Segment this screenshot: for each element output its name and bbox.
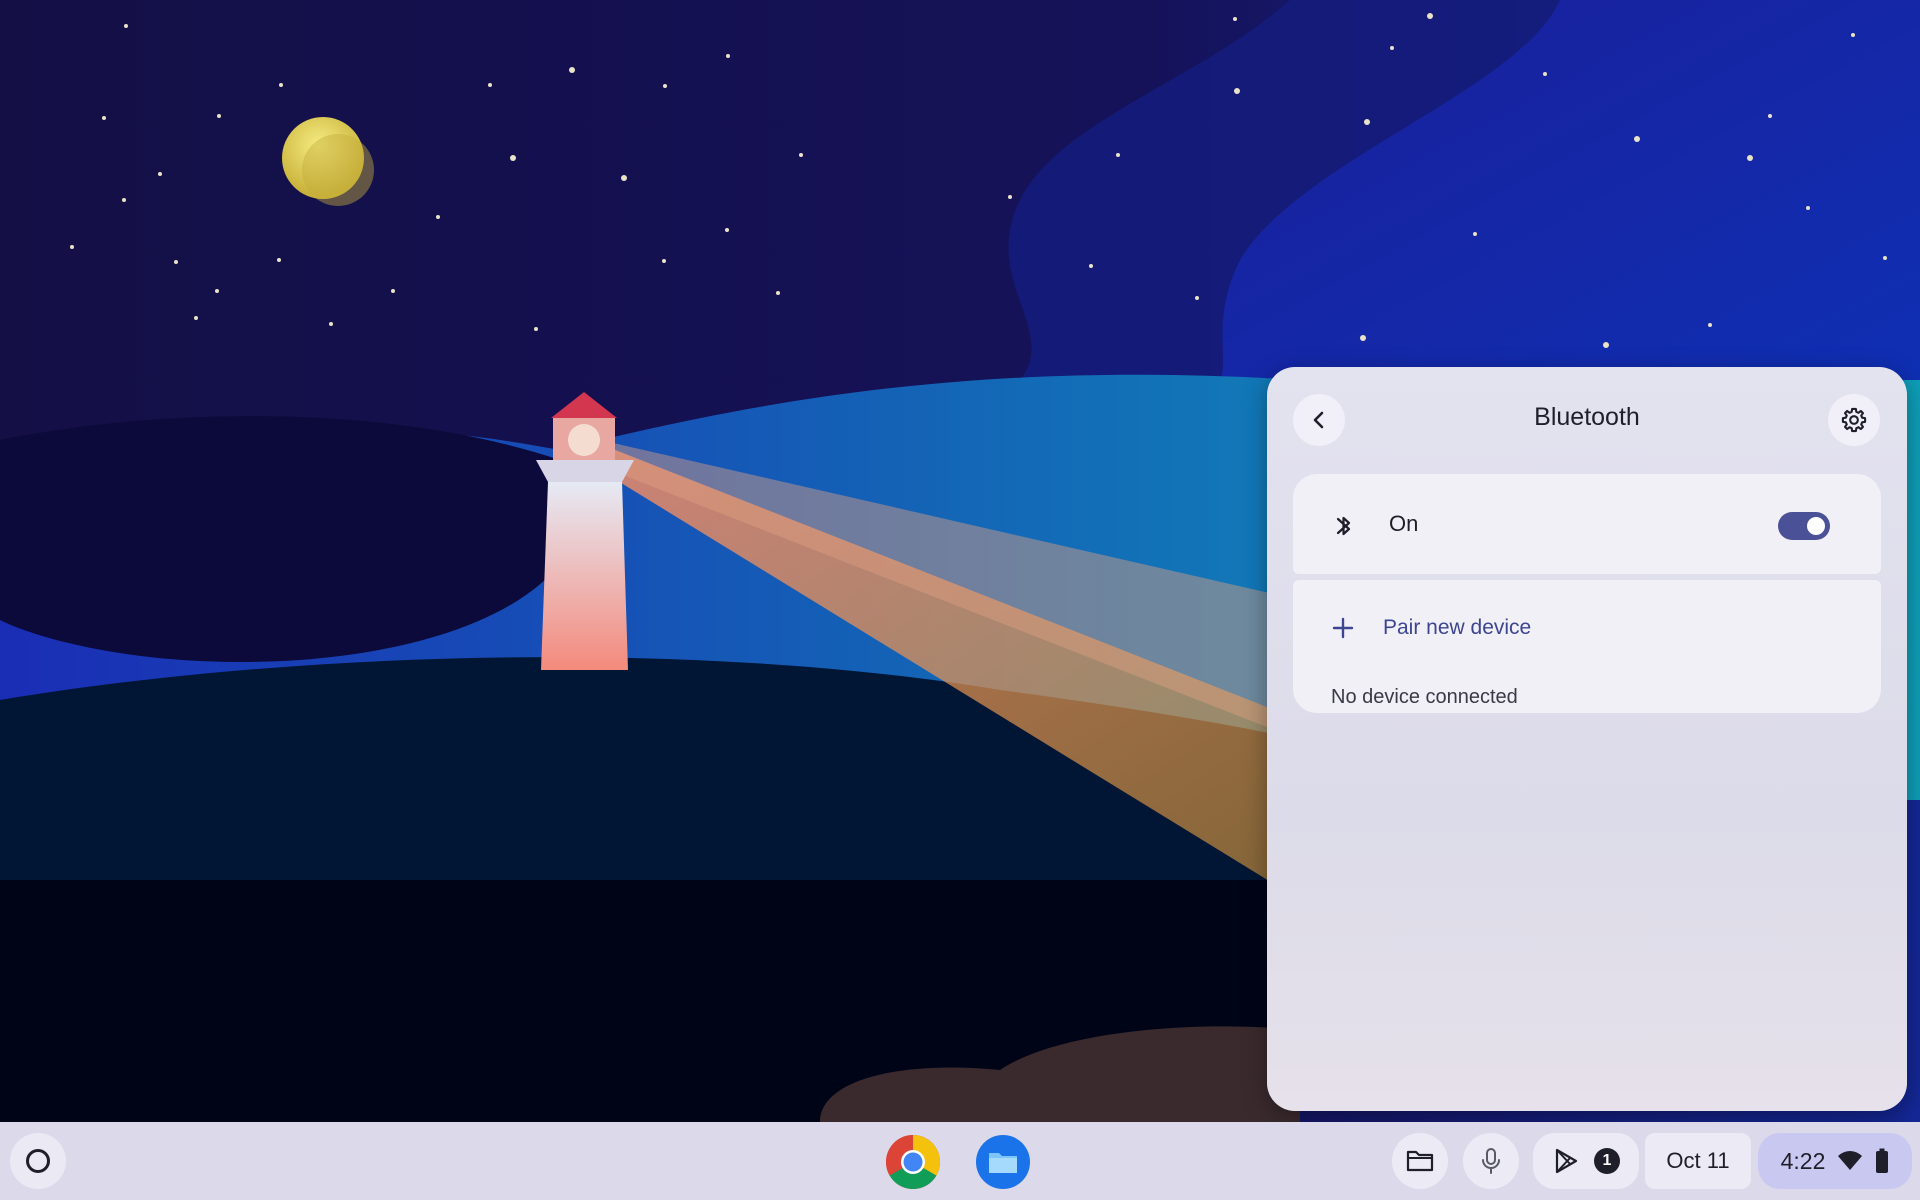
pair-new-device-label: Pair new device — [1383, 616, 1532, 639]
bluetooth-state-label: On — [1389, 511, 1419, 536]
plus-icon — [1332, 617, 1354, 639]
chrome-icon[interactable] — [885, 1134, 941, 1190]
microphone-button[interactable] — [1463, 1133, 1519, 1189]
launcher-circle-icon — [26, 1149, 50, 1173]
folder-icon — [1406, 1150, 1434, 1172]
panel-title: Bluetooth — [1534, 403, 1640, 431]
pair-new-device-button[interactable]: Pair new device — [1319, 603, 1619, 653]
bluetooth-toggle-row[interactable]: On — [1293, 474, 1881, 574]
status-area-button[interactable]: 4:22 — [1758, 1133, 1912, 1189]
files-icon[interactable] — [975, 1134, 1031, 1190]
devices-card: Pair new device No device connected — [1293, 580, 1881, 713]
battery-icon — [1876, 1148, 1889, 1173]
holding-space-button[interactable] — [1392, 1133, 1448, 1189]
bluetooth-panel: Bluetooth On Pair new device No device c… — [1267, 367, 1907, 1111]
bluetooth-icon — [1336, 516, 1351, 536]
bluetooth-toggle[interactable] — [1778, 512, 1830, 540]
time-label: 4:22 — [1780, 1147, 1826, 1174]
bluetooth-panel-header: Bluetooth — [1267, 367, 1907, 473]
microphone-icon — [1482, 1148, 1500, 1174]
notification-tray-button[interactable]: 1 — [1533, 1133, 1639, 1189]
play-store-icon — [1555, 1148, 1578, 1174]
launcher-button[interactable] — [10, 1133, 66, 1189]
notification-count-badge: 1 — [1594, 1148, 1620, 1174]
shelf: 1 Oct 11 4:22 — [0, 1122, 1920, 1200]
date-label: Oct 11 — [1666, 1148, 1730, 1173]
gear-icon — [1841, 407, 1867, 433]
toggle-knob — [1807, 517, 1825, 535]
no-device-connected-text: No device connected — [1331, 686, 1518, 708]
bluetooth-settings-button[interactable] — [1828, 394, 1880, 446]
date-button[interactable]: Oct 11 — [1645, 1133, 1751, 1189]
wifi-icon — [1838, 1151, 1863, 1170]
